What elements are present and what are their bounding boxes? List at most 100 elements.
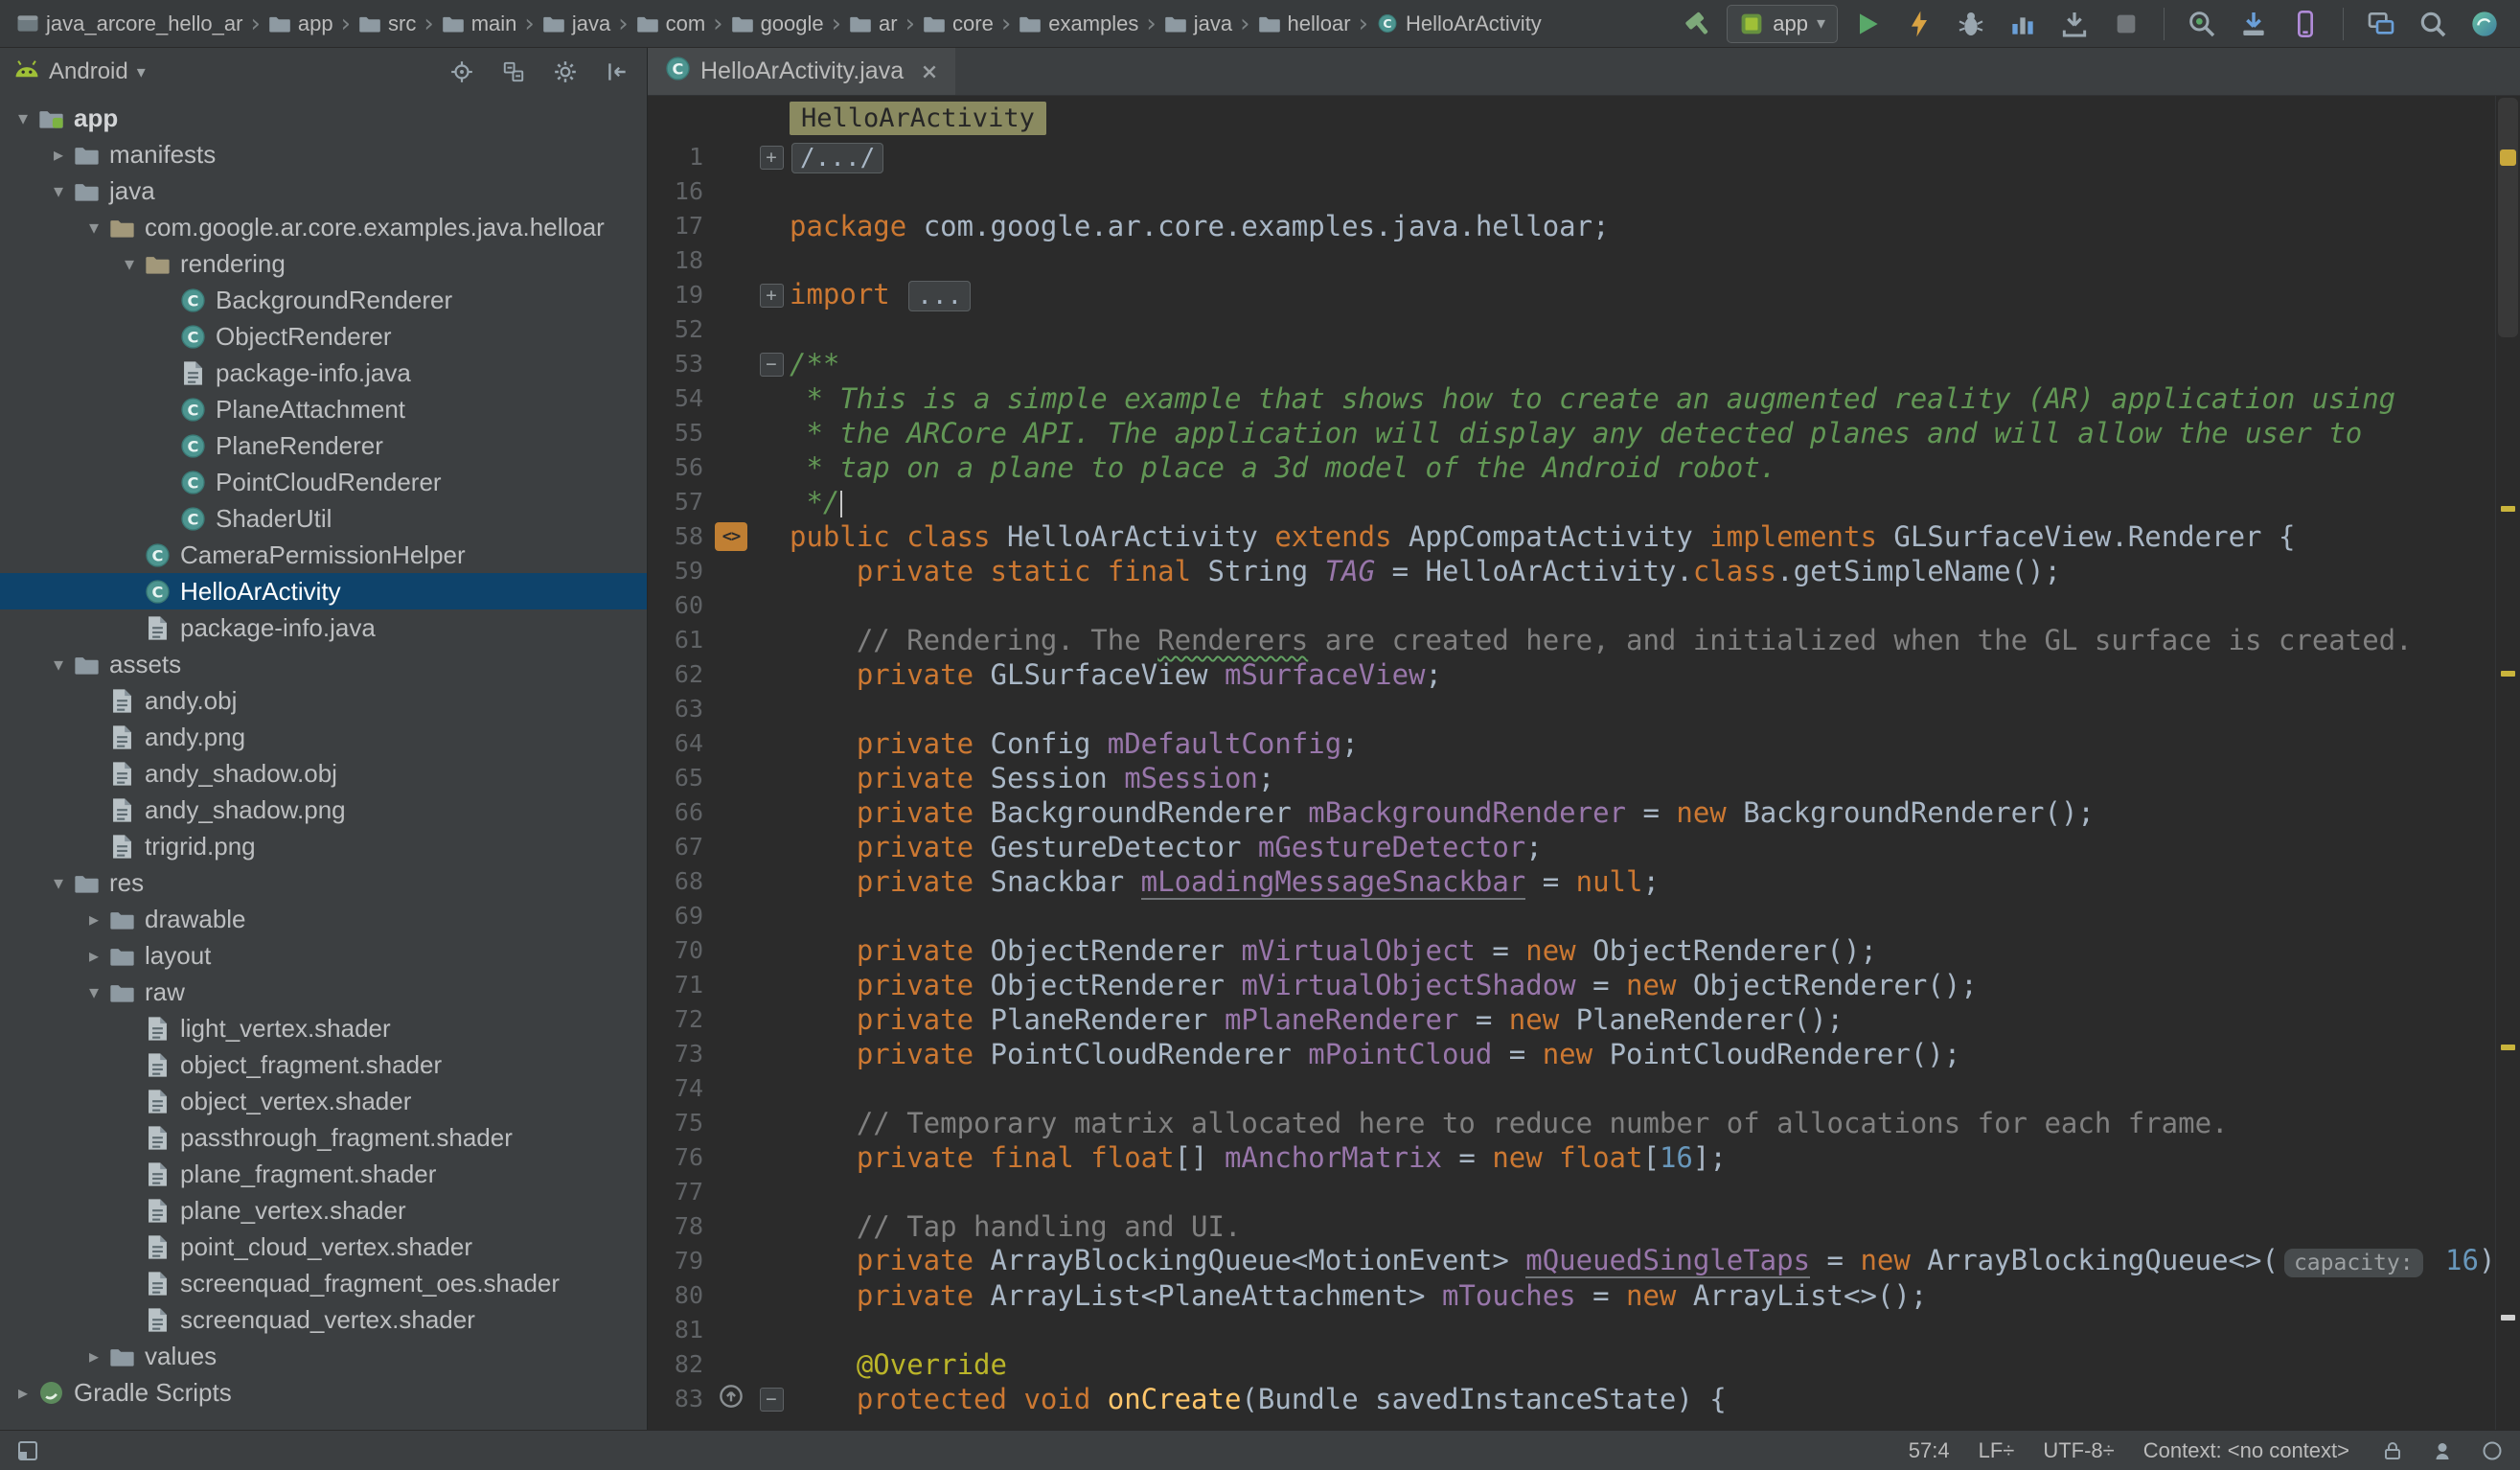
overrides-method-icon[interactable]: [719, 1382, 744, 1416]
hide-panel-button[interactable]: [601, 56, 633, 88]
run-config-selector[interactable]: app▾: [1727, 5, 1838, 43]
tree-item-assets[interactable]: ▾assets: [0, 646, 647, 682]
stripe-mark[interactable]: [2501, 1045, 2515, 1050]
collapse-fold-icon[interactable]: −: [760, 1388, 784, 1412]
context-widget[interactable]: Context: <no context>: [2143, 1438, 2349, 1463]
nav-breadcrumb-google[interactable]: google: [728, 10, 827, 38]
code-text[interactable]: private ArrayList<PlaneAttachment> mTouc…: [790, 1278, 1927, 1313]
code-text[interactable]: /.../: [790, 140, 885, 175]
memory-indicator-icon[interactable]: [2478, 1436, 2507, 1465]
stop-button[interactable]: [2104, 4, 2148, 44]
code-line-73[interactable]: 73 private PointCloudRenderer mPointClou…: [648, 1037, 2520, 1071]
tree-item-passthrough-fragment-shader[interactable]: passthrough_fragment.shader: [0, 1119, 647, 1156]
lock-icon[interactable]: [2378, 1436, 2407, 1465]
code-line-18[interactable]: 18: [648, 243, 2520, 278]
code-line-17[interactable]: 17package com.google.ar.core.examples.ja…: [648, 209, 2520, 243]
inspections-indicator-icon[interactable]: [2500, 149, 2516, 166]
chevron-right-icon[interactable]: ▸: [10, 1381, 36, 1404]
code-text[interactable]: private final float[] mAnchorMatrix = ne…: [790, 1140, 1727, 1175]
tree-item-layout[interactable]: ▸layout: [0, 937, 647, 974]
build-hammer-button[interactable]: [1675, 4, 1719, 44]
code-line-1[interactable]: 1+/.../: [648, 140, 2520, 174]
collapse-fold-icon[interactable]: −: [760, 353, 784, 377]
tree-item-andy-obj[interactable]: andy.obj: [0, 682, 647, 719]
line-separator-widget[interactable]: LF÷: [1979, 1438, 2015, 1463]
related-symbol-icon[interactable]: <>: [715, 522, 747, 551]
chevron-down-icon[interactable]: ▾: [45, 871, 72, 894]
code-editor[interactable]: 1+/.../1617package com.google.ar.core.ex…: [648, 140, 2520, 1430]
tree-item-res[interactable]: ▾res: [0, 864, 647, 901]
tree-item-object-fragment-shader[interactable]: object_fragment.shader: [0, 1046, 647, 1083]
encoding-widget[interactable]: UTF-8÷: [2043, 1438, 2114, 1463]
tree-item-helloaractivity[interactable]: CHelloArActivity: [0, 573, 647, 609]
layout-inspector-button[interactable]: [2359, 4, 2403, 44]
code-line-80[interactable]: 80 private ArrayList<PlaneAttachment> mT…: [648, 1278, 2520, 1313]
toolwindow-toggle-icon[interactable]: [13, 1436, 42, 1465]
scroll-from-source-button[interactable]: [446, 56, 478, 88]
apply-changes-button[interactable]: [1897, 4, 1941, 44]
chevron-right-icon[interactable]: ▸: [80, 907, 107, 930]
close-tab-icon[interactable]: [921, 63, 938, 80]
tree-item-andy-png[interactable]: andy.png: [0, 719, 647, 755]
code-text[interactable]: private Config mDefaultConfig;: [790, 726, 1359, 761]
code-text[interactable]: private GLSurfaceView mSurfaceView;: [790, 657, 1442, 692]
error-stripe[interactable]: [2495, 96, 2520, 1430]
tree-item-backgroundrenderer[interactable]: CBackgroundRenderer: [0, 282, 647, 318]
tree-item-package-info-java[interactable]: package-info.java: [0, 609, 647, 646]
code-text[interactable]: private GestureDetector mGestureDetector…: [790, 830, 1543, 864]
code-text[interactable]: public class HelloArActivity extends App…: [790, 519, 2295, 554]
code-text[interactable]: private ArrayBlockingQueue<MotionEvent> …: [790, 1243, 2512, 1280]
attach-debugger-button[interactable]: [2180, 4, 2224, 44]
nav-breadcrumb-main[interactable]: main: [439, 10, 520, 38]
tree-item-values[interactable]: ▸values: [0, 1338, 647, 1374]
settings-gear-button[interactable]: [549, 56, 582, 88]
code-text[interactable]: // Tap handling and UI.: [790, 1209, 1241, 1244]
code-line-63[interactable]: 63: [648, 692, 2520, 726]
chevron-down-icon[interactable]: ▾: [10, 106, 36, 129]
collapse-all-button[interactable]: [497, 56, 530, 88]
device-manager-button[interactable]: [2283, 4, 2327, 44]
editor-tab-helloaractivity[interactable]: C HelloArActivity.java: [648, 48, 955, 95]
tree-item-screenquad-fragment-oes-shader[interactable]: screenquad_fragment_oes.shader: [0, 1265, 647, 1301]
nav-breadcrumb-core[interactable]: core: [920, 10, 997, 38]
nav-breadcrumb-ar[interactable]: ar: [846, 10, 901, 38]
code-line-81[interactable]: 81: [648, 1313, 2520, 1347]
tree-item-planerenderer[interactable]: CPlaneRenderer: [0, 427, 647, 464]
nav-breadcrumb-src[interactable]: src: [355, 10, 419, 38]
code-line-61[interactable]: 61 // Rendering. The Renderers are creat…: [648, 623, 2520, 657]
code-text[interactable]: * tap on a plane to place a 3d model of …: [790, 450, 1776, 485]
debug-button[interactable]: [1949, 4, 1993, 44]
tree-item-camerapermissionhelper[interactable]: CCameraPermissionHelper: [0, 537, 647, 573]
code-text[interactable]: * This is a simple example that shows ho…: [790, 381, 2395, 416]
code-line-70[interactable]: 70 private ObjectRenderer mVirtualObject…: [648, 933, 2520, 968]
tree-item-rendering[interactable]: ▾rendering: [0, 245, 647, 282]
tree-item-planeattachment[interactable]: CPlaneAttachment: [0, 391, 647, 427]
code-text[interactable]: // Temporary matrix allocated here to re…: [790, 1106, 2229, 1140]
tree-item-com-google-ar-core-examples-java-helloar[interactable]: ▾com.google.ar.core.examples.java.helloa…: [0, 209, 647, 245]
code-line-76[interactable]: 76 private final float[] mAnchorMatrix =…: [648, 1140, 2520, 1175]
stripe-mark[interactable]: [2501, 506, 2515, 512]
expand-fold-icon[interactable]: +: [760, 146, 784, 170]
tree-item-screenquad-vertex-shader[interactable]: screenquad_vertex.shader: [0, 1301, 647, 1338]
tree-item-light-vertex-shader[interactable]: light_vertex.shader: [0, 1010, 647, 1046]
code-line-75[interactable]: 75 // Temporary matrix allocated here to…: [648, 1106, 2520, 1140]
chevron-right-icon[interactable]: ▸: [80, 1344, 107, 1367]
chevron-down-icon[interactable]: ▾: [45, 653, 72, 676]
code-text[interactable]: /**: [790, 347, 839, 381]
tree-item-objectrenderer[interactable]: CObjectRenderer: [0, 318, 647, 355]
nav-breadcrumb-java-arcore-hello-ar[interactable]: java_arcore_hello_ar: [13, 10, 245, 38]
code-line-78[interactable]: 78 // Tap handling and UI.: [648, 1209, 2520, 1244]
sdk-manager-button[interactable]: [2232, 4, 2276, 44]
caret-position-widget[interactable]: 57:4: [1909, 1438, 1950, 1463]
code-line-83[interactable]: 83− protected void onCreate(Bundle saved…: [648, 1382, 2520, 1416]
nav-breadcrumb-examples[interactable]: examples: [1016, 10, 1141, 38]
nav-breadcrumb-helloaractivity[interactable]: CHelloArActivity: [1373, 10, 1545, 38]
tree-item-plane-vertex-shader[interactable]: plane_vertex.shader: [0, 1192, 647, 1229]
tree-item-drawable[interactable]: ▸drawable: [0, 901, 647, 937]
code-line-68[interactable]: 68 private Snackbar mLoadingMessageSnack…: [648, 864, 2520, 899]
code-line-79[interactable]: 79 private ArrayBlockingQueue<MotionEven…: [648, 1244, 2520, 1278]
code-text[interactable]: // Rendering. The Renderers are created …: [790, 623, 2413, 657]
code-line-65[interactable]: 65 private Session mSession;: [648, 761, 2520, 795]
code-line-62[interactable]: 62 private GLSurfaceView mSurfaceView;: [648, 657, 2520, 692]
stripe-mark[interactable]: [2501, 1315, 2515, 1321]
